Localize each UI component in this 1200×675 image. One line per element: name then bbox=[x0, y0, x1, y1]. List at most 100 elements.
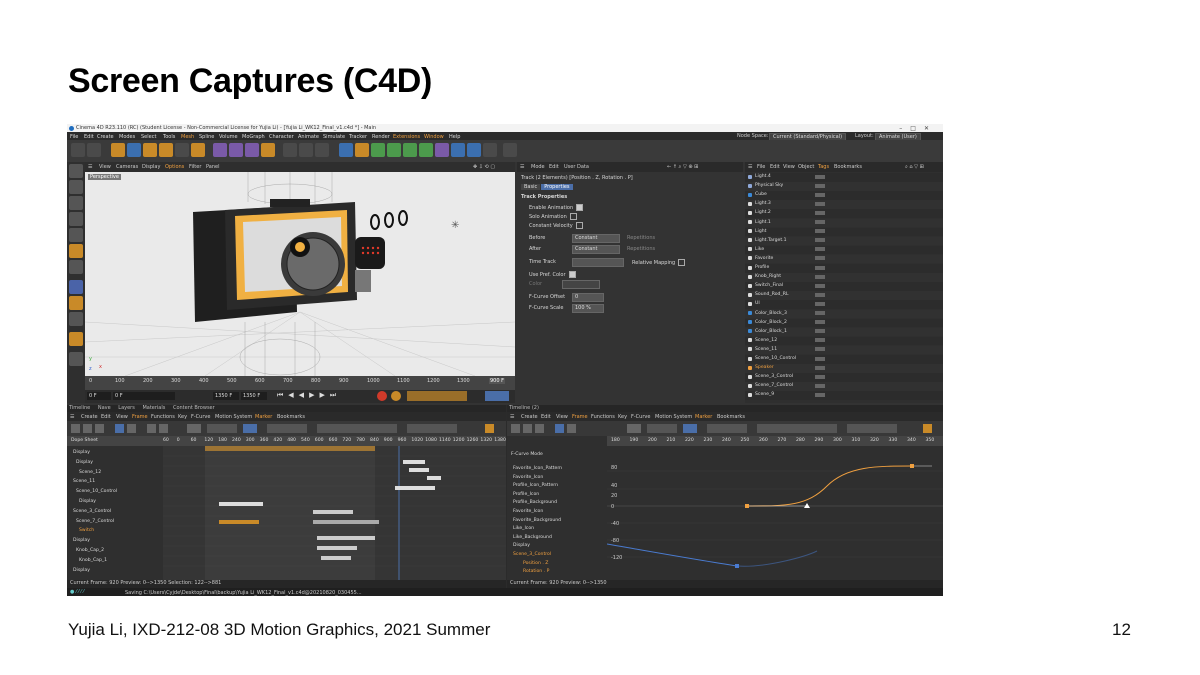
3d-viewport[interactable]: ✳ y x z Perspective bbox=[85, 172, 515, 376]
attr-menu-mode[interactable]: Mode bbox=[531, 164, 545, 170]
move-icon[interactable] bbox=[127, 143, 141, 157]
array-icon[interactable] bbox=[387, 143, 401, 157]
viewport-nav-icons[interactable]: ✥ ⇩ ⟲ ▢ bbox=[473, 164, 495, 170]
fc-menu-frame[interactable]: Frame bbox=[572, 414, 588, 420]
object-visibility-icon[interactable] bbox=[815, 238, 825, 243]
dope-track-item[interactable]: Knob_Cap_2 bbox=[76, 548, 104, 553]
fcurve-graph[interactable]: 80 40 20 0 -40 -80 -120 bbox=[607, 446, 943, 580]
object-row[interactable] bbox=[745, 209, 943, 218]
key-mode-icons[interactable] bbox=[407, 391, 467, 401]
solo-icon[interactable] bbox=[69, 296, 83, 310]
fcurve-track-item[interactable]: Favorite_Background bbox=[513, 518, 561, 523]
z-axis-icon[interactable] bbox=[245, 143, 259, 157]
fcurve-track-item[interactable]: Display bbox=[513, 543, 530, 548]
object-visibility-icon[interactable] bbox=[815, 292, 825, 297]
object-visibility-icon[interactable] bbox=[815, 392, 825, 397]
dope-track-item[interactable]: Scene_7_Control bbox=[76, 519, 114, 524]
dope-track-item[interactable]: Display bbox=[73, 538, 90, 543]
attr-nav-icons[interactable]: ← ↑ ⌕ ▽ ⊕ ⊞ bbox=[667, 164, 698, 170]
undo-icon[interactable] bbox=[71, 143, 85, 157]
viewport-time-ruler[interactable]: 0 100 200 300 400 500 600 700 800 900 10… bbox=[85, 376, 515, 390]
field-icon[interactable] bbox=[419, 143, 433, 157]
before-select[interactable]: Constant bbox=[572, 234, 620, 243]
fcurve-track-item[interactable]: Favorite_Icon_Pattern bbox=[513, 466, 562, 471]
object-row[interactable] bbox=[745, 173, 943, 182]
add-icon[interactable] bbox=[191, 143, 205, 157]
object-visibility-icon[interactable] bbox=[815, 201, 825, 206]
layer-icon[interactable] bbox=[69, 352, 83, 366]
color-swatch[interactable] bbox=[562, 280, 600, 289]
object-item[interactable]: Scene_11 bbox=[755, 347, 777, 352]
constant-velocity-row[interactable]: Constant Velocity bbox=[529, 222, 583, 229]
object-item[interactable]: Favorite bbox=[755, 256, 773, 261]
rotate-icon[interactable] bbox=[159, 143, 173, 157]
object-row[interactable] bbox=[745, 254, 943, 264]
dope-track-item[interactable]: Display bbox=[79, 499, 96, 504]
object-row[interactable] bbox=[745, 227, 943, 237]
fc-menu-edit[interactable]: Edit bbox=[541, 414, 551, 420]
object-item[interactable]: Scene_3_Control bbox=[755, 374, 793, 379]
fcurve-track-item[interactable]: Rotation . P bbox=[523, 569, 549, 574]
fcurve-track-item[interactable]: Favorite_Icon bbox=[513, 475, 543, 480]
render-view-icon[interactable] bbox=[283, 143, 297, 157]
tab-content-browser[interactable]: Content Browser bbox=[173, 405, 215, 411]
object-item[interactable]: Profile bbox=[755, 265, 769, 270]
object-visibility-icon[interactable] bbox=[815, 210, 825, 215]
attr-menu-icon[interactable]: ☰ bbox=[520, 164, 524, 170]
object-visibility-icon[interactable] bbox=[815, 329, 825, 334]
constant-velocity-checkbox[interactable] bbox=[575, 222, 583, 229]
object-visibility-icon[interactable] bbox=[815, 174, 825, 179]
object-visibility-icon[interactable] bbox=[815, 356, 825, 361]
menu-character[interactable]: Character bbox=[269, 134, 294, 140]
after-select[interactable]: Constant bbox=[572, 245, 620, 254]
render-picture-viewer-icon[interactable] bbox=[299, 143, 313, 157]
timeline-tool-icons[interactable] bbox=[67, 421, 506, 436]
window-controls[interactable]: –□✕ bbox=[899, 125, 937, 132]
solo-animation-row[interactable]: Solo Animation bbox=[529, 213, 577, 220]
dope-track-item[interactable]: Display bbox=[76, 460, 93, 465]
render-settings-icon[interactable] bbox=[315, 143, 329, 157]
object-item[interactable]: Color_Block_1 bbox=[755, 329, 787, 334]
tl-menu-edit[interactable]: Edit bbox=[101, 414, 111, 420]
dope-track-item[interactable]: Knob_Cap_1 bbox=[79, 558, 107, 563]
texture-mode-icon[interactable] bbox=[69, 180, 83, 194]
attr-menu-edit[interactable]: Edit bbox=[549, 164, 559, 170]
object-item[interactable]: Sound_Rod_RL bbox=[755, 292, 789, 297]
fcurve-track-item[interactable]: Position . Z bbox=[523, 561, 548, 566]
object-item[interactable]: Scene_9 bbox=[755, 392, 774, 397]
tl-menu-functions[interactable]: Functions bbox=[151, 414, 175, 420]
dope-track-item[interactable]: Scene_12 bbox=[79, 470, 101, 475]
fc-menu-icon[interactable]: ☰ bbox=[510, 414, 514, 420]
object-row[interactable] bbox=[745, 218, 943, 227]
dope-sheet-keys[interactable] bbox=[163, 446, 506, 580]
menu-tracker[interactable]: Tracker bbox=[349, 134, 367, 140]
object-visibility-icon[interactable] bbox=[815, 192, 825, 197]
axis-mode-icon[interactable] bbox=[69, 244, 83, 258]
menu-extensions[interactable]: Extensions bbox=[393, 134, 420, 140]
tl-menu-key[interactable]: Key bbox=[178, 414, 187, 420]
object-item[interactable]: Light.3 bbox=[755, 201, 771, 206]
x-axis-icon[interactable] bbox=[213, 143, 227, 157]
subdivision-icon[interactable] bbox=[371, 143, 385, 157]
object-visibility-icon[interactable] bbox=[815, 383, 825, 388]
workplane-icon[interactable] bbox=[69, 312, 83, 326]
obj-search-icons[interactable]: ⌕ ⌂ ▽ ⊞ bbox=[905, 164, 924, 170]
y-axis-icon[interactable] bbox=[229, 143, 243, 157]
light-icon[interactable] bbox=[483, 143, 497, 157]
fcurve-track-item[interactable]: Profile_Icon bbox=[513, 492, 539, 497]
current-time-field[interactable]: 0 F bbox=[113, 392, 175, 400]
relative-mapping-checkbox[interactable] bbox=[678, 259, 686, 266]
menu-tools[interactable]: Tools bbox=[163, 134, 175, 140]
pen-icon[interactable] bbox=[355, 143, 369, 157]
menu-select[interactable]: Select bbox=[141, 134, 156, 140]
dope-track-item[interactable]: Scene_11 bbox=[73, 479, 95, 484]
object-visibility-icon[interactable] bbox=[815, 365, 825, 370]
live-select-icon[interactable] bbox=[111, 143, 125, 157]
fc-menu-create[interactable]: Create bbox=[521, 414, 538, 420]
camera-icon[interactable] bbox=[451, 143, 465, 157]
object-visibility-icon[interactable] bbox=[815, 265, 825, 270]
fcurve-track-item[interactable]: Scene_3_Control bbox=[513, 552, 551, 557]
object-item[interactable]: Speaker bbox=[755, 365, 774, 370]
timeline-icons[interactable] bbox=[485, 391, 509, 401]
use-pref-color-checkbox[interactable] bbox=[568, 271, 576, 278]
